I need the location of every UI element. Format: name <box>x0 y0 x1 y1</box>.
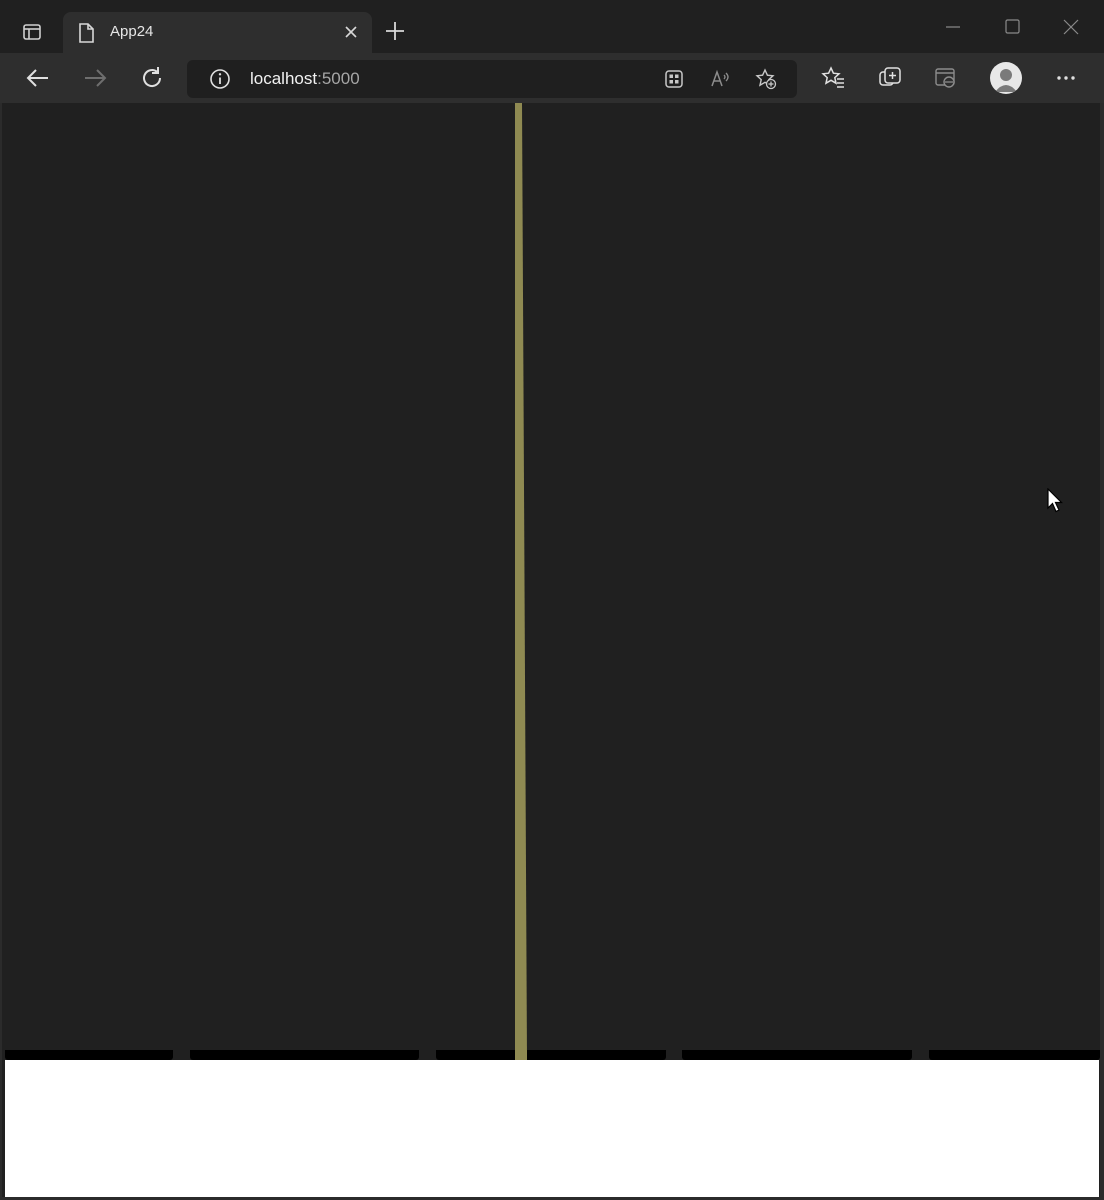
collections-icon[interactable] <box>877 65 903 91</box>
apps-icon[interactable] <box>663 68 685 90</box>
bar-4 <box>682 1050 912 1060</box>
vertical-pole <box>515 103 527 1061</box>
browser-window: App24 localhost:5000 <box>0 0 1104 1200</box>
bar-3 <box>436 1050 666 1060</box>
ground-area <box>5 1060 1099 1197</box>
mouse-cursor-icon <box>1047 488 1063 513</box>
close-window-icon[interactable] <box>1056 14 1086 40</box>
bar-5 <box>929 1050 1100 1060</box>
address-bar[interactable]: localhost:5000 <box>187 60 797 98</box>
minimize-icon[interactable] <box>938 14 968 40</box>
read-aloud-icon[interactable] <box>709 68 731 90</box>
url-text: localhost:5000 <box>250 69 360 89</box>
tab-title: App24 <box>110 23 154 40</box>
site-info-icon[interactable] <box>209 68 231 90</box>
new-tab-icon[interactable] <box>382 18 408 44</box>
browser-tab[interactable]: App24 <box>63 12 372 53</box>
refresh-icon[interactable] <box>137 63 167 93</box>
tab-actions-icon <box>23 24 41 40</box>
url-host: localhost <box>250 69 318 88</box>
maximize-icon[interactable] <box>997 14 1027 40</box>
tab-actions-button[interactable] <box>12 14 52 50</box>
more-menu-icon[interactable] <box>1053 65 1079 91</box>
profile-icon <box>995 69 1017 92</box>
bar-1 <box>5 1050 173 1060</box>
ie-mode-icon[interactable] <box>933 65 959 91</box>
browser-toolbar: localhost:5000 <box>0 53 1104 103</box>
page-icon <box>79 23 94 43</box>
bar-2 <box>190 1050 419 1060</box>
tab-strip: App24 <box>0 0 1104 53</box>
window-border-right <box>1100 103 1104 1200</box>
page-viewport <box>2 103 1100 1197</box>
back-icon[interactable] <box>23 63 53 93</box>
url-port: :5000 <box>317 69 360 88</box>
window-border-left <box>0 103 2 1200</box>
close-tab-icon[interactable] <box>342 23 360 41</box>
add-favorite-icon[interactable] <box>755 68 777 90</box>
favorites-icon[interactable] <box>820 65 846 91</box>
profile-avatar[interactable] <box>990 62 1022 94</box>
forward-icon[interactable] <box>80 63 110 93</box>
